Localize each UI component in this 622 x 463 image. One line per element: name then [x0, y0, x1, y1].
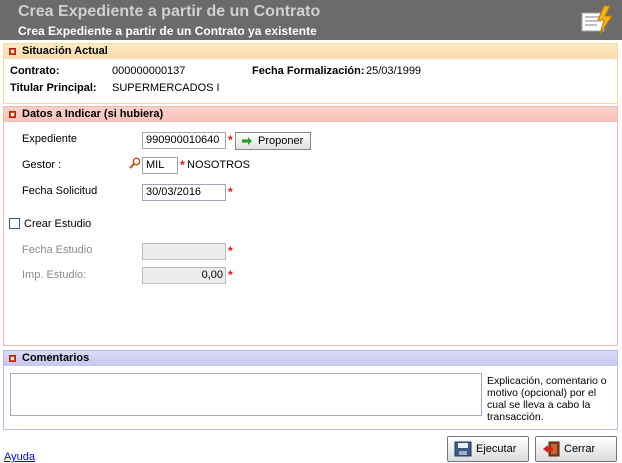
save-icon	[454, 441, 472, 457]
titular-label: Titular Principal:	[10, 82, 97, 94]
fecha-solicitud-label: Fecha Solicitud	[22, 185, 98, 197]
fecha-estudio-label: Fecha Estudio	[22, 244, 93, 256]
search-icon[interactable]	[129, 157, 141, 169]
comentarios-textarea[interactable]	[10, 373, 482, 416]
arrow-right-icon	[242, 137, 252, 145]
expediente-input[interactable]: 990900010640	[142, 132, 226, 149]
required-mark: *	[228, 133, 233, 147]
window-header: Crea Expediente a partir de un Contrato …	[0, 0, 622, 40]
required-mark: *	[180, 158, 185, 172]
cerrar-label: Cerrar	[564, 443, 596, 455]
comentarios-header[interactable]: Comentarios	[4, 351, 617, 366]
ejecutar-button[interactable]: Ejecutar	[447, 436, 529, 462]
section-title: Situación Actual	[22, 45, 108, 57]
crear-estudio-label[interactable]: Crear Estudio	[24, 218, 91, 230]
comentarios-help: Explicación, comentario o motivo (opcion…	[487, 375, 607, 423]
ejecutar-label: Ejecutar	[476, 443, 517, 455]
gestor-name: NOSOTROS	[187, 159, 250, 171]
ayuda-link[interactable]: Ayuda	[4, 451, 35, 463]
collapse-icon[interactable]	[9, 48, 16, 55]
fecha-solicitud-input[interactable]: 30/03/2016	[142, 184, 226, 201]
section-title: Datos a Indicar (si hubiera)	[22, 108, 164, 120]
contrato-value: 000000000137	[112, 65, 186, 77]
proponer-button[interactable]: Proponer	[235, 132, 311, 150]
proponer-label: Proponer	[258, 135, 304, 147]
fecha-formalizacion-value: 25/03/1999	[366, 65, 422, 77]
titular-value: SUPERMERCADOS I	[112, 82, 220, 94]
imp-estudio-input[interactable]: 0,00	[142, 267, 226, 284]
required-mark: *	[228, 268, 233, 282]
crear-estudio-checkbox[interactable]	[9, 218, 20, 229]
gestor-label: Gestor :	[22, 159, 62, 171]
window-title: Crea Expediente a partir de un Contrato	[18, 3, 321, 20]
collapse-icon[interactable]	[9, 111, 16, 118]
fecha-formalizacion-label: Fecha Formalización:	[252, 65, 365, 77]
window-subtitle: Crea Expediente a partir de un Contrato …	[18, 24, 317, 38]
required-mark: *	[228, 244, 233, 258]
collapse-icon[interactable]	[9, 355, 16, 362]
cerrar-button[interactable]: Cerrar	[535, 436, 617, 462]
required-mark: *	[228, 185, 233, 199]
gestor-code-input[interactable]: MIL	[142, 157, 178, 174]
contrato-label: Contrato:	[10, 65, 60, 77]
exit-door-icon	[543, 441, 560, 457]
datos-indicar-header[interactable]: Datos a Indicar (si hubiera)	[4, 107, 617, 122]
section-title: Comentarios	[22, 352, 90, 364]
app-logo-icon	[581, 5, 613, 35]
situacion-actual-header[interactable]: Situación Actual	[4, 44, 617, 59]
imp-estudio-label: Imp. Estudio:	[22, 269, 87, 281]
fecha-estudio-input[interactable]	[142, 243, 226, 260]
expediente-label: Expediente	[22, 133, 78, 145]
